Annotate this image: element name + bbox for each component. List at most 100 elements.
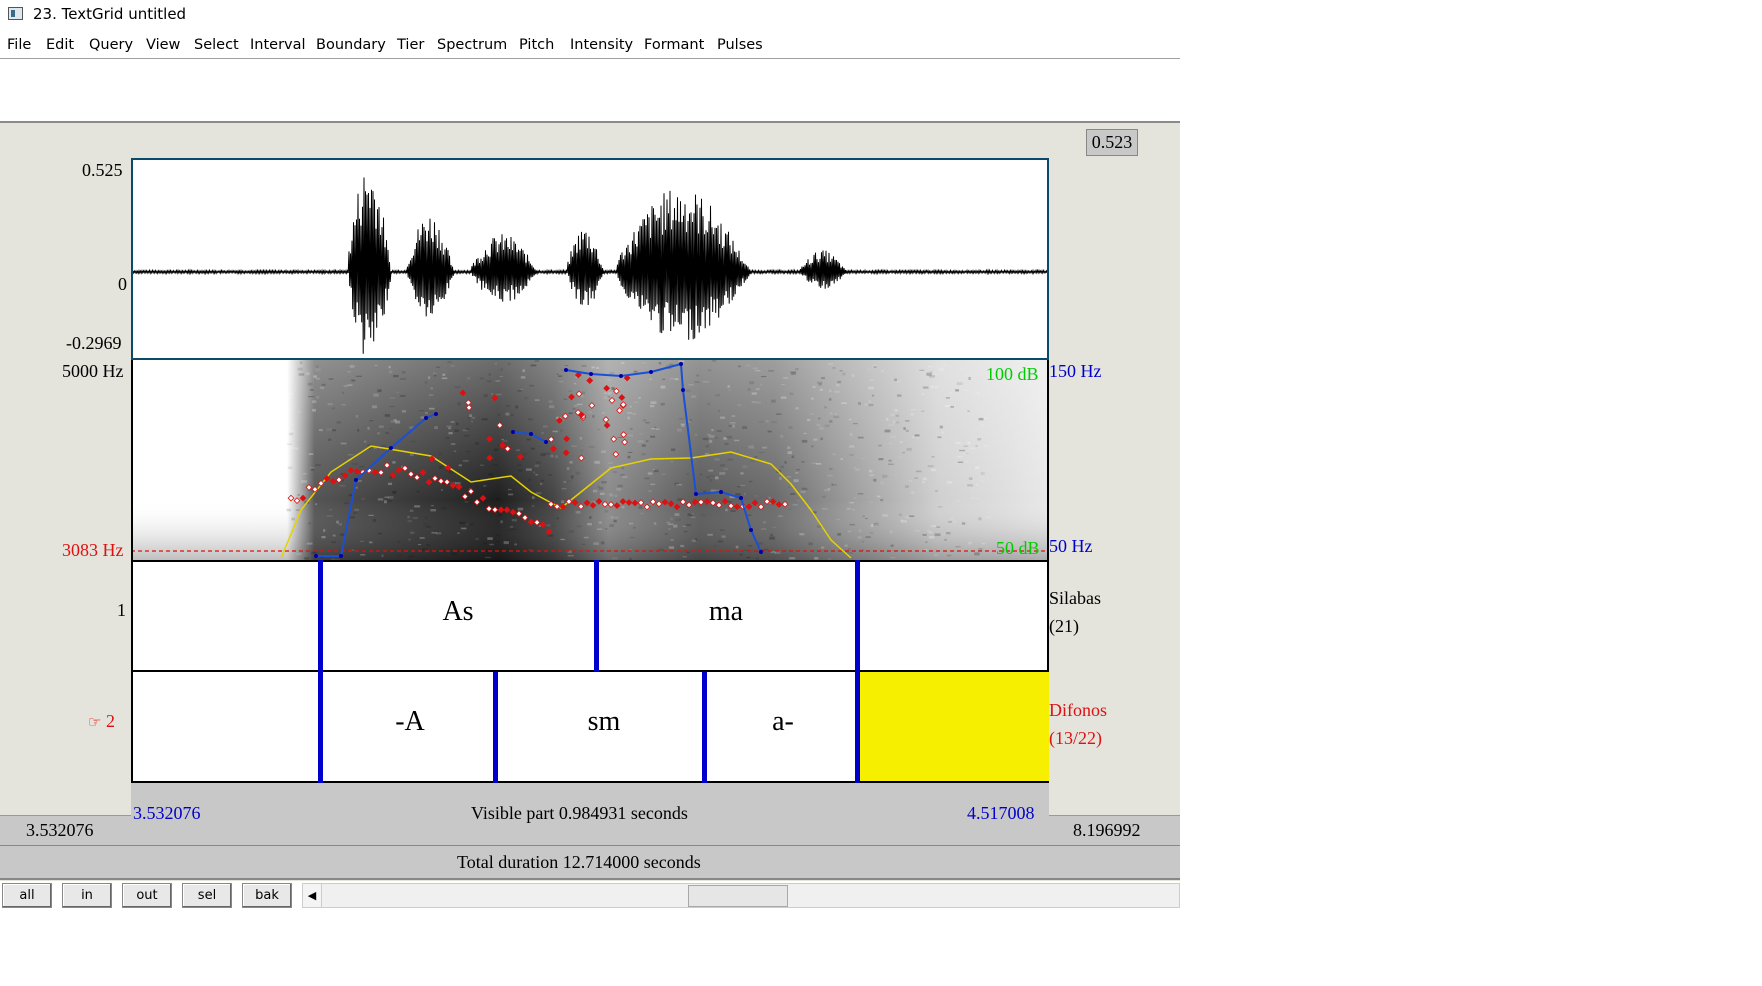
spectrogram-speckle — [963, 389, 968, 391]
spectrogram-speckle — [323, 529, 326, 532]
left-hidden-bar[interactable]: 3.532076 — [0, 815, 131, 846]
spectrogram-speckle — [897, 394, 902, 397]
interval-label[interactable]: -A — [395, 706, 425, 738]
spectrogram-speckle — [669, 377, 675, 380]
menu-boundary[interactable]: Boundary — [316, 37, 386, 53]
spectrogram-speckle — [833, 415, 840, 419]
spectrogram-speckle — [497, 413, 500, 416]
menu-intensity[interactable]: Intensity — [570, 37, 633, 53]
menu-tier[interactable]: Tier — [397, 37, 424, 53]
spectrogram-speckle — [740, 484, 746, 487]
app-window-icon — [8, 7, 23, 20]
spectrogram-speckle — [541, 479, 544, 482]
spectrogram-speckle — [708, 435, 715, 438]
tier-difonos[interactable]: -A sm a- — [131, 672, 1049, 783]
interval-label[interactable]: a- — [772, 706, 794, 738]
spectrogram-speckle — [457, 532, 460, 534]
spectrogram-speckle — [608, 462, 613, 464]
spectrogram-speckle — [787, 451, 792, 455]
horizontal-scrollbar[interactable]: ◀ — [302, 883, 1180, 908]
spectrogram-speckle — [815, 463, 822, 465]
spectrogram-speckle — [650, 483, 656, 486]
spectrogram-speckle — [355, 414, 359, 418]
spectrogram-speckle — [567, 555, 574, 557]
spectrogram-speckle — [652, 468, 655, 471]
right-hidden-bar[interactable]: 8.196992 — [1049, 815, 1180, 846]
spectrogram-speckle — [464, 500, 469, 503]
spectrogram-speckle — [390, 420, 396, 423]
spectrogram-speckle — [691, 395, 697, 398]
menu-query[interactable]: Query — [89, 37, 133, 53]
navigation-row: all in out sel bak ◀ — [0, 881, 1180, 911]
spectrogram-speckle — [829, 420, 833, 423]
spectrogram-speckle — [701, 514, 706, 517]
menu-file[interactable]: File — [7, 37, 31, 53]
spectrogram-speckle — [347, 371, 352, 373]
spectrogram-speckle — [667, 523, 674, 525]
interval-label[interactable]: sm — [588, 706, 621, 738]
spectrogram-speckle — [716, 430, 722, 432]
zoom-out-button[interactable]: out — [122, 883, 172, 908]
spectrogram-speckle — [708, 369, 712, 372]
boundary-line[interactable] — [318, 560, 323, 785]
spectrogram-speckle — [424, 412, 428, 414]
scroll-left-arrow-icon[interactable]: ◀ — [303, 884, 322, 907]
zoom-value-box[interactable]: 0.523 — [1086, 129, 1138, 156]
spectrogram-speckle — [286, 508, 291, 512]
spectrogram-speckle — [950, 406, 954, 408]
menu-formant[interactable]: Formant — [644, 37, 704, 53]
sound-textgrid-panel[interactable]: 100 dB 50 dB As ma -A sm a- — [131, 158, 1049, 785]
spectrogram-speckle — [459, 521, 466, 525]
spectrogram-speckle — [518, 469, 523, 472]
spectrogram-speckle — [795, 472, 799, 474]
spectrogram-speckle — [898, 513, 902, 516]
spectrogram-speckle — [612, 471, 617, 473]
spectrogram-speckle — [364, 440, 367, 443]
pitch-point — [681, 388, 685, 392]
zoom-in-button[interactable]: in — [62, 883, 112, 908]
spectrogram-speckle — [485, 556, 491, 559]
menu-pulses[interactable]: Pulses — [717, 37, 763, 53]
spectrogram-speckle — [640, 512, 644, 515]
spectrogram-speckle — [881, 369, 884, 373]
intensity-top-label: 100 dB — [986, 364, 1039, 384]
spectrogram-speckle — [575, 511, 581, 514]
interval-label[interactable]: As — [442, 596, 473, 628]
spectrogram-speckle — [681, 424, 685, 427]
spectrogram-speckle — [637, 440, 644, 443]
boundary-line[interactable] — [702, 672, 707, 785]
spectrogram-speckle — [527, 478, 531, 482]
spectrogram-speckle — [977, 438, 982, 441]
boundary-line[interactable] — [855, 560, 860, 785]
interval-label[interactable]: ma — [709, 596, 743, 628]
menu-edit[interactable]: Edit — [46, 37, 74, 53]
spectrogram-speckle — [696, 374, 700, 377]
boundary-line[interactable] — [594, 560, 599, 672]
menu-pitch[interactable]: Pitch — [519, 37, 554, 53]
scrollbar-thumb[interactable] — [688, 885, 788, 907]
menu-spectrum[interactable]: Spectrum — [437, 37, 507, 53]
spectrogram-speckle — [552, 430, 558, 433]
spectrogram-speckle — [517, 463, 522, 467]
tier-silabas[interactable]: As ma — [131, 560, 1049, 672]
spectrogram-speckle — [758, 421, 764, 423]
visible-part-bar[interactable]: 3.532076 Visible part 0.984931 seconds 4… — [131, 783, 1049, 845]
boundary-line[interactable] — [493, 672, 498, 785]
waveform-pane[interactable] — [131, 158, 1049, 360]
spectrogram-speckle — [931, 456, 935, 458]
zoom-back-button[interactable]: bak — [242, 883, 292, 908]
zoom-selection-button[interactable]: sel — [182, 883, 232, 908]
spectrogram-speckle — [898, 456, 903, 458]
spectrogram-speckle — [911, 435, 915, 438]
spectrogram-speckle — [830, 412, 833, 415]
zoom-all-button[interactable]: all — [2, 883, 52, 908]
spectrogram-pane[interactable]: 100 dB 50 dB — [131, 360, 1049, 560]
spectrogram-speckle — [985, 516, 991, 518]
spectrogram-speckle — [922, 481, 925, 484]
menu-interval[interactable]: Interval — [250, 37, 306, 53]
total-duration-bar[interactable]: Total duration 12.714000 seconds — [0, 845, 1180, 880]
menu-select[interactable]: Select — [194, 37, 239, 53]
menu-view[interactable]: View — [146, 37, 180, 53]
spectrogram-speckle — [336, 520, 339, 524]
spectrogram-speckle — [762, 446, 767, 449]
